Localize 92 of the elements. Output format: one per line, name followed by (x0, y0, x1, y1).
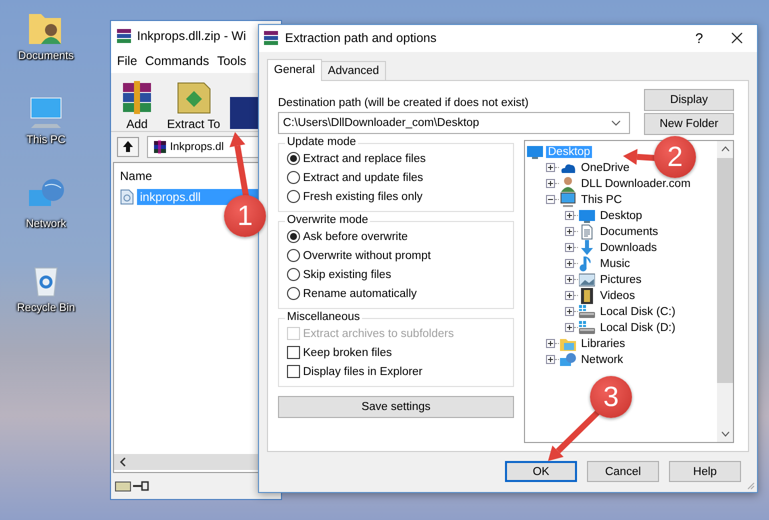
tree-item[interactable]: OneDrive (579, 162, 632, 174)
option-label[interactable]: Overwrite without prompt (303, 250, 431, 262)
expand-icon[interactable] (565, 243, 574, 252)
chevron-down-icon (611, 120, 621, 126)
collapse-icon[interactable] (546, 195, 555, 204)
resize-grip-icon (747, 482, 755, 490)
option-label[interactable]: Extract and replace files (303, 152, 426, 165)
dialog-button[interactable]: Cancel (587, 461, 659, 482)
radio-button[interactable] (287, 171, 300, 184)
tree-item[interactable]: Local Disk (D:) (598, 322, 678, 334)
help-button[interactable]: ? (695, 30, 725, 46)
option-label[interactable]: Skip existing files (303, 268, 392, 281)
option-label[interactable]: Rename automatically (303, 288, 417, 300)
expand-icon[interactable] (546, 355, 555, 364)
expand-icon[interactable] (546, 179, 555, 188)
menu-item[interactable]: Commands (145, 54, 210, 70)
expand-icon[interactable] (546, 163, 555, 172)
books-icon (116, 28, 132, 44)
tree-item[interactable]: Local Disk (C:) (598, 306, 678, 318)
down-chevron-icon[interactable] (720, 430, 730, 437)
document-icon (579, 224, 595, 240)
tree-item[interactable]: This PC (579, 194, 624, 206)
tree-item[interactable]: Network (579, 354, 626, 366)
tab[interactable]: Advanced (320, 60, 386, 80)
globe-icon (560, 352, 576, 368)
monitor-icon (527, 144, 543, 160)
option-label[interactable]: Ask before overwrite (303, 230, 408, 243)
checkbox[interactable] (287, 346, 300, 360)
film-icon (579, 288, 595, 304)
file-icon (120, 189, 134, 205)
books-icon (151, 139, 167, 155)
radio-button[interactable] (287, 249, 300, 262)
arrow (230, 132, 249, 197)
scroll-thumb[interactable] (717, 158, 733, 383)
expand-icon[interactable] (565, 275, 574, 284)
expand-icon[interactable] (565, 323, 574, 332)
down-arrow-icon (579, 240, 595, 256)
option-label: Extract archives to subfolders (303, 328, 454, 340)
checkbox[interactable] (287, 365, 300, 378)
expand-icon[interactable] (565, 227, 574, 236)
tree-item[interactable]: Downloads (598, 242, 659, 254)
option-label[interactable]: Keep broken files (303, 346, 392, 359)
dialog-button[interactable]: Help (669, 461, 741, 482)
drive-icon (115, 480, 131, 492)
tree-item[interactable]: Desktop (598, 210, 644, 222)
menu-item[interactable]: Tools (217, 54, 246, 70)
menu-item[interactable]: File (117, 54, 138, 70)
expand-icon[interactable] (565, 291, 574, 300)
toolbar-button[interactable]: Add (115, 79, 159, 131)
tree-item[interactable]: Libraries (579, 338, 628, 350)
option-label[interactable]: Extract and update files (303, 172, 424, 184)
radio-button[interactable] (287, 152, 300, 166)
window-title: Inkprops.dll.zip - Wi (137, 29, 246, 43)
close-icon[interactable] (731, 32, 743, 44)
tree-item[interactable]: Documents (598, 226, 660, 238)
drive-icon (579, 320, 595, 336)
expand-icon[interactable] (546, 339, 555, 348)
save-settings-button[interactable]: Save settings (278, 396, 514, 418)
toolbar-button[interactable]: Extract To (165, 79, 222, 131)
drive-icon (579, 304, 595, 320)
radio-button[interactable] (287, 287, 300, 300)
person-icon (560, 176, 576, 192)
path-combobox[interactable]: C:\Users\DllDownloader_com\Desktop (278, 112, 630, 134)
group-title: Overwrite mode (285, 214, 370, 226)
radio-button[interactable] (287, 268, 300, 282)
picture-icon (579, 272, 595, 288)
option-label[interactable]: Fresh existing files only (303, 190, 423, 203)
monitor-icon (579, 208, 595, 224)
tree-item[interactable]: Pictures (598, 274, 644, 286)
group-title: Update mode (285, 136, 358, 148)
expand-icon[interactable] (565, 307, 574, 316)
field-label: Destination path (will be created if does not exist) (278, 96, 530, 109)
radio-button[interactable] (287, 230, 300, 244)
column-header[interactable]: Name (120, 169, 152, 183)
tree-item[interactable]: Videos (598, 290, 637, 302)
tree-item[interactable]: DLL Downloader.com (579, 178, 693, 190)
expand-icon[interactable] (565, 211, 574, 220)
tree-item[interactable]: Music (598, 258, 632, 270)
side-button[interactable]: New Folder (644, 112, 734, 135)
side-button[interactable]: Display (644, 88, 734, 111)
key-icon (133, 480, 149, 492)
group-title: Miscellaneous (285, 310, 362, 323)
vertical-scrollbar[interactable] (717, 140, 733, 442)
option-label[interactable]: Display files in Explorer (303, 366, 423, 378)
books-icon (263, 30, 279, 46)
dialog-button[interactable]: OK (505, 461, 577, 482)
up-chevron-icon[interactable] (720, 146, 730, 152)
dialog-title: Extraction path and options (285, 31, 438, 46)
radio-button[interactable] (287, 190, 300, 204)
arrow (548, 410, 600, 461)
expand-icon[interactable] (565, 259, 574, 268)
tab[interactable]: General (267, 58, 322, 81)
